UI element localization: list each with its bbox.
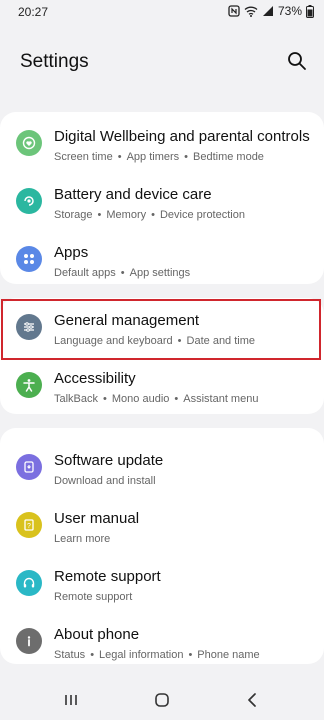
setting-apps[interactable]: Apps Default apps • App settings [0, 234, 324, 292]
setting-user-manual[interactable]: ? User manual Learn more [0, 500, 324, 558]
nfc-icon [228, 5, 240, 17]
setting-label: Battery and device care [54, 186, 212, 203]
setting-software-update[interactable]: Software update Download and install [0, 442, 324, 500]
apps-icon [16, 246, 42, 272]
sliders-icon [16, 314, 42, 340]
setting-subtitle: Storage • Memory • Device protection [54, 209, 245, 221]
info-icon [16, 628, 42, 654]
setting-battery-device-care[interactable]: Battery and device care Storage • Memory • D… [0, 176, 324, 234]
page-title: Settings [20, 51, 89, 72]
page-header: Settings [0, 40, 324, 84]
setting-label: Software update [54, 452, 164, 469]
setting-label: About phone [54, 626, 140, 643]
svg-text:?: ? [27, 523, 31, 530]
home-icon[interactable] [150, 688, 174, 712]
wellbeing-icon [16, 130, 42, 156]
headset-icon [16, 570, 42, 596]
battery-percent: 73% [277, 4, 302, 18]
setting-subtitle: Language and keyboard • Date and time [54, 335, 256, 347]
setting-label: Remote support [54, 568, 161, 585]
setting-general-management[interactable]: General management Language and keyboard… [0, 302, 324, 360]
setting-subtitle: TalkBack • Mono audio • Assistant menu [54, 393, 259, 405]
setting-subtitle: Learn more [54, 533, 111, 545]
setting-label: General management [54, 312, 200, 329]
setting-accessibility[interactable]: Accessibility TalkBack • Mono audio • Assist… [0, 360, 324, 418]
setting-remote-support[interactable]: Remote support Remote support [0, 558, 324, 616]
manual-icon: ? [16, 512, 42, 538]
back-icon[interactable] [241, 688, 265, 712]
setting-about-phone[interactable]: About phone Status • Legal information • Pho… [0, 616, 324, 674]
status-time: 20:27 [18, 5, 49, 19]
setting-digital-wellbeing[interactable]: Digital Wellbeing and parental controls … [0, 118, 324, 176]
setting-subtitle: Screen time • App timers • Bedtime mode [54, 151, 264, 163]
battery-icon [306, 4, 314, 18]
status-bar: 20:27 73% [0, 0, 324, 24]
signal-icon [262, 5, 274, 17]
setting-label: Apps [54, 244, 89, 261]
device-care-icon [16, 188, 42, 214]
setting-label: User manual [54, 510, 140, 527]
wifi-icon [244, 5, 258, 17]
accessibility-icon [16, 372, 42, 398]
setting-label: Digital Wellbeing and parental controls [54, 128, 310, 145]
recent-apps-icon[interactable] [59, 688, 83, 712]
setting-subtitle: Default apps • App settings [54, 267, 191, 279]
status-icons: 73% [228, 4, 314, 18]
setting-subtitle: Download and install [54, 475, 156, 487]
software-update-icon [16, 454, 42, 480]
setting-subtitle: Remote support [54, 591, 133, 603]
setting-label: Accessibility [54, 370, 136, 387]
search-icon[interactable] [286, 50, 308, 72]
setting-subtitle: Status • Legal information • Phone name [54, 649, 260, 661]
navigation-bar [0, 676, 324, 720]
